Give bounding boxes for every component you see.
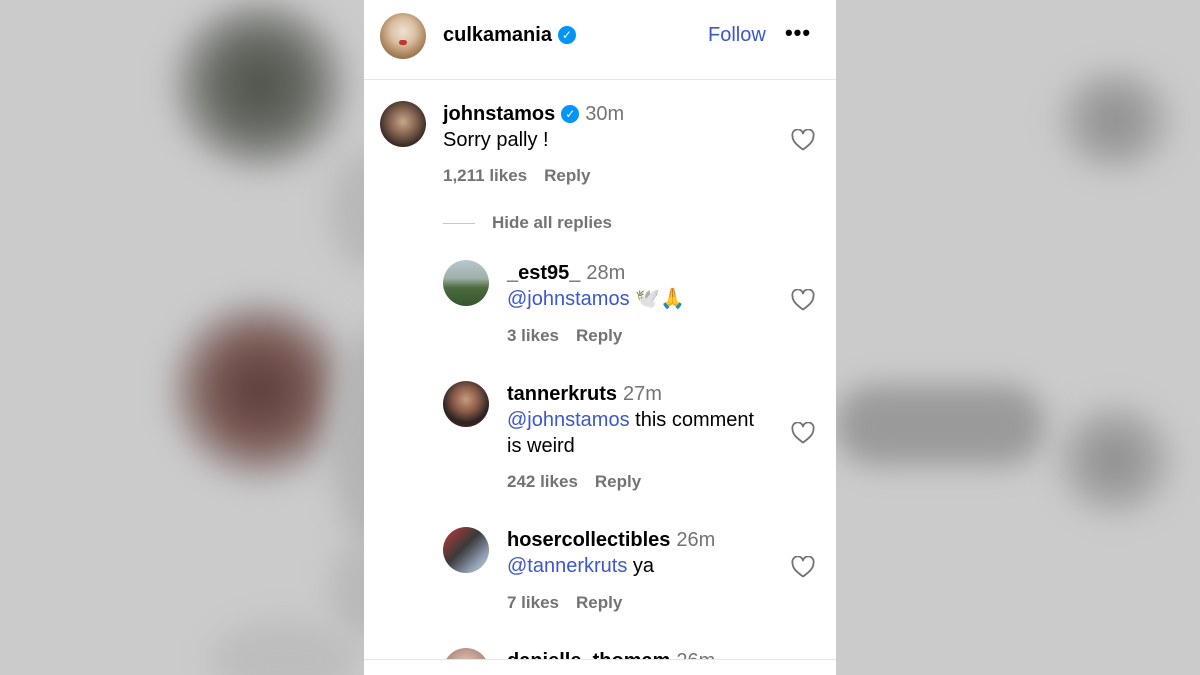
divider [443,223,475,224]
comment-likes[interactable]: 1,211 likes [443,166,527,185]
comments-panel: culkamania ✓ Follow ••• johnstamos ✓ 30m So… [364,0,836,675]
reply-likes[interactable]: 242 likes [507,472,578,491]
reply-header: _est95_ 28m [507,262,625,285]
reply-header: tannerkruts 27m [507,383,662,406]
comment-meta: 1,211 likes Reply [443,166,590,186]
reply-text: @johnstamos 🕊️🙏 [507,288,685,310]
reply-time: 27m [623,383,662,405]
reply-time: 26m [676,529,716,551]
reply-avatar[interactable] [443,381,489,427]
owner-username[interactable]: culkamania ✓ [443,24,576,47]
comment-text: Sorry pally ! [443,129,549,151]
reply-username[interactable]: tannerkruts [507,383,617,405]
reply-meta: 7 likes Reply [507,593,622,613]
comment-username[interactable]: johnstamos [443,103,555,125]
owner-avatar[interactable] [380,13,426,59]
verified-badge-icon: ✓ [561,105,580,123]
footer-bar [364,660,836,675]
post-header: culkamania ✓ Follow ••• [364,0,836,80]
reply-likes[interactable]: 7 likes [507,593,559,612]
mention-link[interactable]: @tannerkruts [507,555,627,577]
reply-text-line2: is weird [507,435,575,457]
reply-button[interactable]: Reply [544,166,590,185]
reply-time: 28m [586,262,626,284]
reply-button[interactable]: Reply [576,593,622,612]
reply-header: hosercollectibles 26m [507,529,715,552]
reply-avatar[interactable] [443,260,489,306]
reply-username[interactable]: _est95_ [507,262,580,284]
comment-header: johnstamos ✓ 30m [443,103,624,126]
follow-button[interactable]: Follow [708,24,766,47]
reply-username[interactable]: hosercollectibles [507,529,670,551]
reply-text: @tannerkruts ya [507,555,655,577]
heart-icon[interactable] [791,556,815,578]
mention-link[interactable]: @johnstamos [507,288,630,310]
hide-replies-label[interactable]: Hide all replies [492,213,612,233]
more-options-icon[interactable]: ••• [784,22,812,50]
reply-text: @johnstamos this comment [507,409,755,431]
mention-link[interactable]: @johnstamos [507,409,630,431]
verified-badge-icon: ✓ [557,26,576,44]
heart-icon[interactable] [791,129,815,151]
heart-icon[interactable] [791,289,815,311]
reply-likes[interactable]: 3 likes [507,326,559,345]
reply-avatar[interactable] [443,527,489,573]
reply-button[interactable]: Reply [576,326,622,345]
reply-meta: 242 likes Reply [507,472,641,492]
comment-time: 30m [585,103,625,125]
heart-icon[interactable] [791,422,815,444]
reply-button[interactable]: Reply [595,472,641,491]
reply-meta: 3 likes Reply [507,326,622,346]
commenter-avatar[interactable] [380,101,426,147]
